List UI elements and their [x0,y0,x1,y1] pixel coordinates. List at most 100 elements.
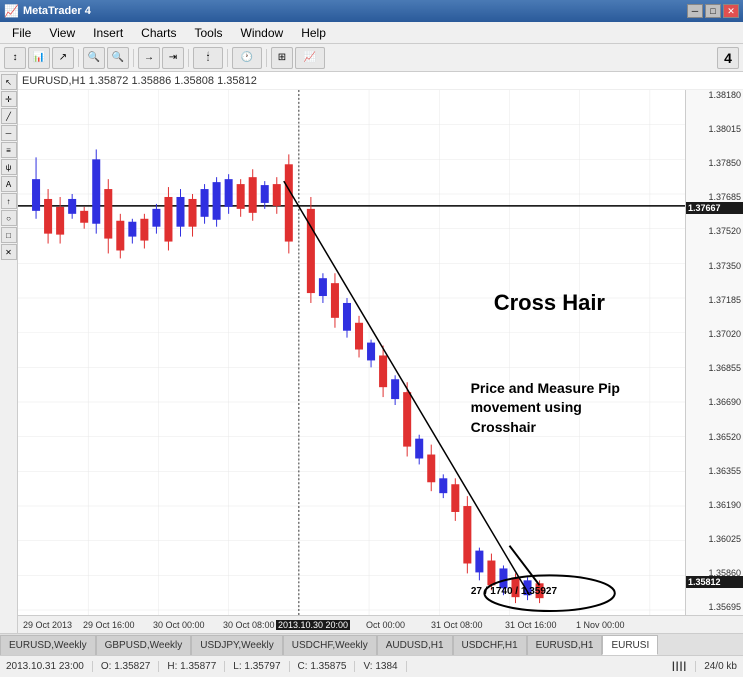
toolbar-btn-3[interactable]: ↗ [52,47,74,69]
app-icon: 📈 [4,4,19,18]
tab-eurusd-weekly[interactable]: EURUSD,Weekly [0,635,96,655]
time-label-7: 1 Nov 00:00 [576,620,625,630]
toolbar-sep-4 [227,49,228,67]
status-datetime: 2013.10.31 23:00 [6,661,93,672]
price-annotation-text: Price and Measure Pip [471,379,620,399]
price-label-13: 1.36025 [708,534,741,544]
tab-usdchf-weekly[interactable]: USDCHF,Weekly [283,635,377,655]
status-bar: 2013.10.31 23:00 O: 1.35827 H: 1.35877 L… [0,655,743,677]
tab-gbpusd-weekly[interactable]: GBPUSD,Weekly [96,635,192,655]
price-label-4: 1.37520 [708,226,741,236]
price-labels: 1.38180 1.38015 1.37850 1.37685 1.37520 … [686,90,743,615]
price-label-15: 1.35695 [708,602,741,612]
toolbar-btn-2[interactable]: 📊 [28,47,50,69]
menu-window[interactable]: Window [233,24,292,42]
left-btn-line[interactable]: ╱ [1,108,17,124]
last-price-label: 1.35812 [686,576,743,588]
tab-eurusd-h1[interactable]: EURUSD,H1 [527,635,603,655]
toolbar-candle[interactable]: 🕯 [193,47,223,69]
menu-view[interactable]: View [41,24,83,42]
tab-eurusi-active[interactable]: EURUSI [602,635,658,655]
price-label-0: 1.38180 [708,90,741,100]
toolbar-btn-1[interactable]: ↕ [4,47,26,69]
left-btn-channel[interactable]: ≡ [1,142,17,158]
toolbar-zoom-in[interactable]: 🔍 [83,47,105,69]
chart-svg [18,90,685,615]
toolbar-sep-2 [133,49,134,67]
title-bar-title: MetaTrader 4 [23,5,91,17]
price-label-12: 1.36190 [708,500,741,510]
left-toolbar: ↖ ✛ ╱ ─ ≡ ψ A ↑ ○ □ ✕ [0,72,18,633]
chart-area: EURUSD,H1 1.35872 1.35886 1.35808 1.3581… [18,72,743,633]
time-label-5: 31 Oct 08:00 [431,620,483,630]
menu-bar: File View Insert Charts Tools Window Hel… [0,22,743,44]
left-btn-cursor[interactable]: ↖ [1,74,17,90]
left-btn-ellipse[interactable]: ○ [1,210,17,226]
main-area: ↖ ✛ ╱ ─ ≡ ψ A ↑ ○ □ ✕ EURUSD,H1 1.35872 … [0,72,743,633]
price-label-2: 1.37850 [708,158,741,168]
left-btn-fib[interactable]: ψ [1,159,17,175]
tab-bar: EURUSD,Weekly GBPUSD,Weekly USDJPY,Weekl… [0,633,743,655]
status-open: O: 1.35827 [101,661,159,672]
price-label-1: 1.38015 [708,124,741,134]
chart-symbol-label: EURUSD,H1 1.35872 1.35886 1.35808 1.3581… [22,75,257,87]
toolbar-extra[interactable]: 4 [717,47,739,69]
maximize-button[interactable]: □ [705,4,721,18]
left-btn-delete[interactable]: ✕ [1,244,17,260]
menu-help[interactable]: Help [293,24,334,42]
price-label-5: 1.37350 [708,261,741,271]
minimize-button[interactable]: ─ [687,4,703,18]
time-label-1: 29 Oct 16:00 [83,620,135,630]
current-price-label: 1.37667 [686,202,743,214]
time-label-3: 30 Oct 08:00 [223,620,275,630]
title-bar-left: 📈 MetaTrader 4 [4,4,91,18]
toolbar-btn-5[interactable]: ⇥ [162,47,184,69]
left-btn-hline[interactable]: ─ [1,125,17,141]
time-label-6: 31 Oct 16:00 [505,620,557,630]
chart-header: EURUSD,H1 1.35872 1.35886 1.35808 1.3581… [18,72,743,90]
toolbar-clock[interactable]: 🕐 [232,47,262,69]
price-annotation-text2: movement using [471,398,620,418]
price-label-11: 1.36355 [708,466,741,476]
left-btn-arrow[interactable]: ↑ [1,193,17,209]
chart-body: Cross Hair Price and Measure Pip movemen… [18,90,743,615]
toolbar-sep-3 [188,49,189,67]
menu-charts[interactable]: Charts [133,24,184,42]
price-label-7: 1.37020 [708,329,741,339]
toolbar-grid[interactable]: ⊞ [271,47,293,69]
tab-usdjpy-weekly[interactable]: USDJPY,Weekly [191,635,283,655]
status-high: H: 1.35877 [167,661,225,672]
time-label-2: 30 Oct 00:00 [153,620,205,630]
chart-canvas[interactable]: Cross Hair Price and Measure Pip movemen… [18,90,685,615]
title-bar-controls[interactable]: ─ □ ✕ [687,4,739,18]
status-bar-icon: |||| [672,661,696,672]
toolbar-zoom-out[interactable]: 🔍 [107,47,129,69]
toolbar-btn-4[interactable]: → [138,47,160,69]
status-low: L: 1.35797 [233,661,289,672]
toolbar-chart[interactable]: 📈 [295,47,325,69]
menu-file[interactable]: File [4,24,39,42]
price-label-6: 1.37185 [708,295,741,305]
close-button[interactable]: ✕ [723,4,739,18]
price-label-10: 1.36520 [708,432,741,442]
tab-audusd-h1[interactable]: AUDUSD,H1 [377,635,453,655]
tab-usdchf-h1[interactable]: USDCHF,H1 [453,635,527,655]
time-label-crosshair: 2013.10.30 20:00 [276,620,350,630]
time-label-4: Oct 00:00 [366,620,405,630]
crosshair-annotation: Cross Hair [494,290,605,316]
left-btn-text[interactable]: A [1,176,17,192]
price-axis: 1.38180 1.38015 1.37850 1.37685 1.37520 … [685,90,743,615]
time-label-0: 29 Oct 2013 [23,620,72,630]
left-btn-rect[interactable]: □ [1,227,17,243]
pip-data: 27 / 1740 / 1.35927 [471,586,557,597]
toolbar: ↕ 📊 ↗ 🔍 🔍 → ⇥ 🕯 🕐 ⊞ 📈 4 [0,44,743,72]
menu-tools[interactable]: Tools [187,24,231,42]
price-label-3: 1.37685 [708,192,741,202]
price-label-8: 1.36855 [708,363,741,373]
left-btn-crosshair[interactable]: ✛ [1,91,17,107]
toolbar-sep-1 [78,49,79,67]
status-close: C: 1.35875 [298,661,356,672]
menu-insert[interactable]: Insert [85,24,131,42]
title-bar: 📈 MetaTrader 4 ─ □ ✕ [0,0,743,22]
timeline: 29 Oct 2013 29 Oct 16:00 30 Oct 00:00 30… [18,615,743,633]
